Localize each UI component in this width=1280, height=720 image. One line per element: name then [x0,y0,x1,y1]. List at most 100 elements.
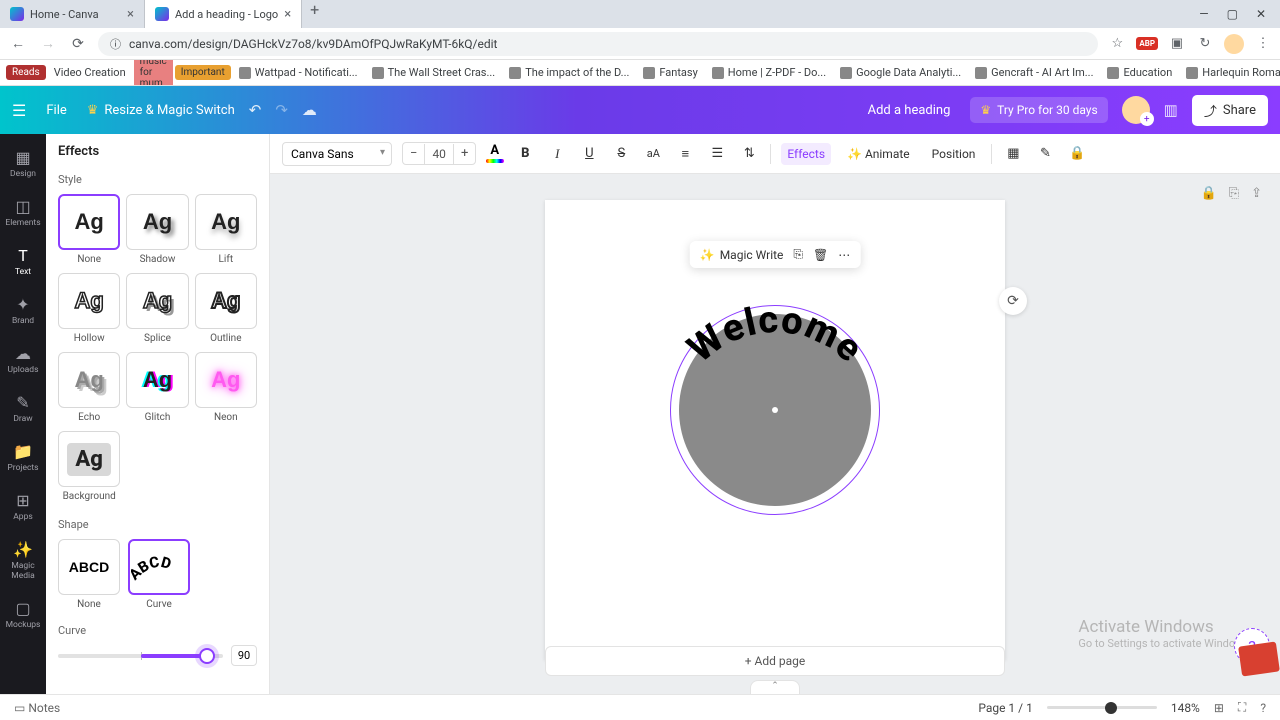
bookmark-item[interactable]: Gencraft - AI Art Im... [969,63,1099,82]
position-button[interactable]: Position [926,143,982,165]
nav-uploads[interactable]: ☁Uploads [1,338,45,381]
nav-mockups[interactable]: ▢Mockups [1,593,45,636]
lock-page-icon[interactable]: 🔒 [1201,186,1217,201]
document-title[interactable]: Add a heading [862,99,957,122]
bookmark-item[interactable]: The Wall Street Cras... [366,63,502,82]
bookmark-item[interactable]: Fantasy [637,63,703,82]
effects-button[interactable]: Effects [781,143,831,165]
list-button[interactable]: ☰ [706,143,728,165]
style-neon[interactable]: AgNeon [195,352,257,423]
corner-ad-card[interactable] [1238,642,1280,677]
duplicate-page-icon[interactable]: ⎘ [1229,186,1239,201]
shape-none[interactable]: ABCDNone [58,539,120,610]
site-info-icon[interactable]: ⓘ [110,36,121,52]
style-outline[interactable]: AgOutline [195,273,257,344]
text-color-picker[interactable] [486,145,504,163]
nav-elements[interactable]: ◫Elements [1,191,45,234]
resize-magic-switch[interactable]: ♛Resize & Magic Switch [87,103,235,118]
copy-style-icon[interactable]: ✎ [1034,143,1056,165]
close-icon[interactable]: × [284,7,291,22]
back-button[interactable]: ← [8,35,28,52]
menu-icon[interactable]: ⋮ [1254,35,1272,53]
bookmark-video[interactable]: Video Creation [48,63,132,82]
bold-button[interactable]: B [514,143,536,165]
export-page-icon[interactable]: ⇪ [1251,186,1262,201]
browser-tab-home[interactable]: Home - Canva × [0,0,145,28]
bookmark-item[interactable]: Education [1101,63,1178,82]
curve-value-input[interactable]: 90 [231,645,257,666]
duplicate-icon[interactable]: ⎘ [793,247,803,262]
font-size-input[interactable]: 40 [424,144,454,164]
undo-icon[interactable]: ↶ [249,101,262,119]
style-hollow[interactable]: AgHollow [58,273,120,344]
cloud-sync-icon[interactable]: ☁ [302,101,317,119]
new-tab-button[interactable]: + [302,0,327,28]
browser-tab-design[interactable]: Add a heading - Logo × [145,0,302,28]
style-none[interactable]: AgNone [58,194,120,265]
bookmark-star-icon[interactable]: ☆ [1108,35,1126,53]
curve-slider[interactable] [58,654,223,658]
nav-projects[interactable]: 📁Projects [1,436,45,479]
reload-button[interactable]: ⟳ [68,36,88,52]
magic-write-button[interactable]: ✨ Magic Write [700,248,784,262]
style-glitch[interactable]: AgGlitch [126,352,188,423]
bookmark-important[interactable]: Important [175,65,231,80]
page-indicator[interactable]: Page 1 / 1 [978,701,1033,715]
nav-draw[interactable]: ✎Draw [1,387,45,430]
zoom-slider[interactable] [1047,706,1157,709]
analytics-icon[interactable]: ▥ [1164,101,1178,119]
shape-curve[interactable]: ABCD Curve [128,539,190,610]
fullscreen-icon[interactable]: ⛶ [1238,700,1246,715]
history-icon[interactable]: ↻ [1196,35,1214,53]
grid-view-icon[interactable]: ⊞ [1214,701,1224,715]
file-menu[interactable]: File [40,99,72,122]
bookmark-reads[interactable]: Reads [6,65,46,80]
lock-icon[interactable]: 🔒 [1066,143,1088,165]
delete-icon[interactable]: 🗑 [813,248,828,262]
bookmark-item[interactable]: Home | Z-PDF - Do... [706,63,832,82]
page-expand-tab[interactable]: ⌃ [750,680,800,694]
window-maximize[interactable]: ▢ [1227,7,1238,21]
try-pro-button[interactable]: ♛Try Pro for 30 days [970,97,1107,123]
style-lift[interactable]: AgLift [195,194,257,265]
nav-text[interactable]: TText [1,240,45,283]
more-icon[interactable]: ⋯ [838,248,850,262]
font-size-decrease[interactable]: − [403,143,424,164]
align-button[interactable]: ≡ [674,143,696,165]
profile-avatar[interactable] [1224,34,1244,54]
font-size-increase[interactable]: + [454,143,475,164]
bookmark-item[interactable]: Harlequin Romance... [1180,63,1280,82]
add-page-button[interactable]: + Add page [545,646,1005,676]
animate-button[interactable]: ✨ Animate [841,143,916,165]
add-member-icon[interactable]: + [1140,112,1154,126]
extension-icon[interactable]: ▣ [1168,35,1186,53]
url-field[interactable]: ⓘ canva.com/design/DAGHckVz7o8/kv9DAmOfP… [98,32,1098,56]
case-button[interactable]: aA [642,143,664,165]
nav-brand[interactable]: ✦Brand [1,289,45,332]
style-background[interactable]: AgBackground [58,431,120,502]
style-shadow[interactable]: AgShadow [126,194,188,265]
font-family-select[interactable]: Canva Sans [282,142,392,166]
forward-button[interactable]: → [38,35,58,52]
redo-icon[interactable]: ↷ [275,101,288,119]
window-minimize[interactable]: — [1199,7,1208,21]
user-avatar[interactable]: + [1122,96,1150,124]
regenerate-icon[interactable]: ⟳ [999,287,1027,315]
transparency-icon[interactable]: ▦ [1002,143,1024,165]
strikethrough-button[interactable]: S [610,143,632,165]
bookmark-item[interactable]: Google Data Analyti... [834,63,967,82]
style-echo[interactable]: AgEcho [58,352,120,423]
spacing-button[interactable]: ⇅ [738,143,760,165]
close-icon[interactable]: × [127,7,134,22]
bookmark-music[interactable]: music for mum [134,60,173,86]
adblock-icon[interactable]: ABP [1136,37,1158,50]
design-page[interactable]: Welcome [545,200,1005,660]
curved-text-element[interactable]: Welcome [660,288,890,432]
bookmark-item[interactable]: Wattpad - Notificati... [233,63,364,82]
nav-design[interactable]: ▦Design [1,142,45,185]
underline-button[interactable]: U [578,143,600,165]
menu-icon[interactable]: ☰ [12,101,26,120]
notes-button[interactable]: ▭ Notes [14,701,60,715]
nav-magic-media[interactable]: ✨Magic Media [1,534,45,587]
help-icon[interactable]: ? [1260,701,1266,715]
